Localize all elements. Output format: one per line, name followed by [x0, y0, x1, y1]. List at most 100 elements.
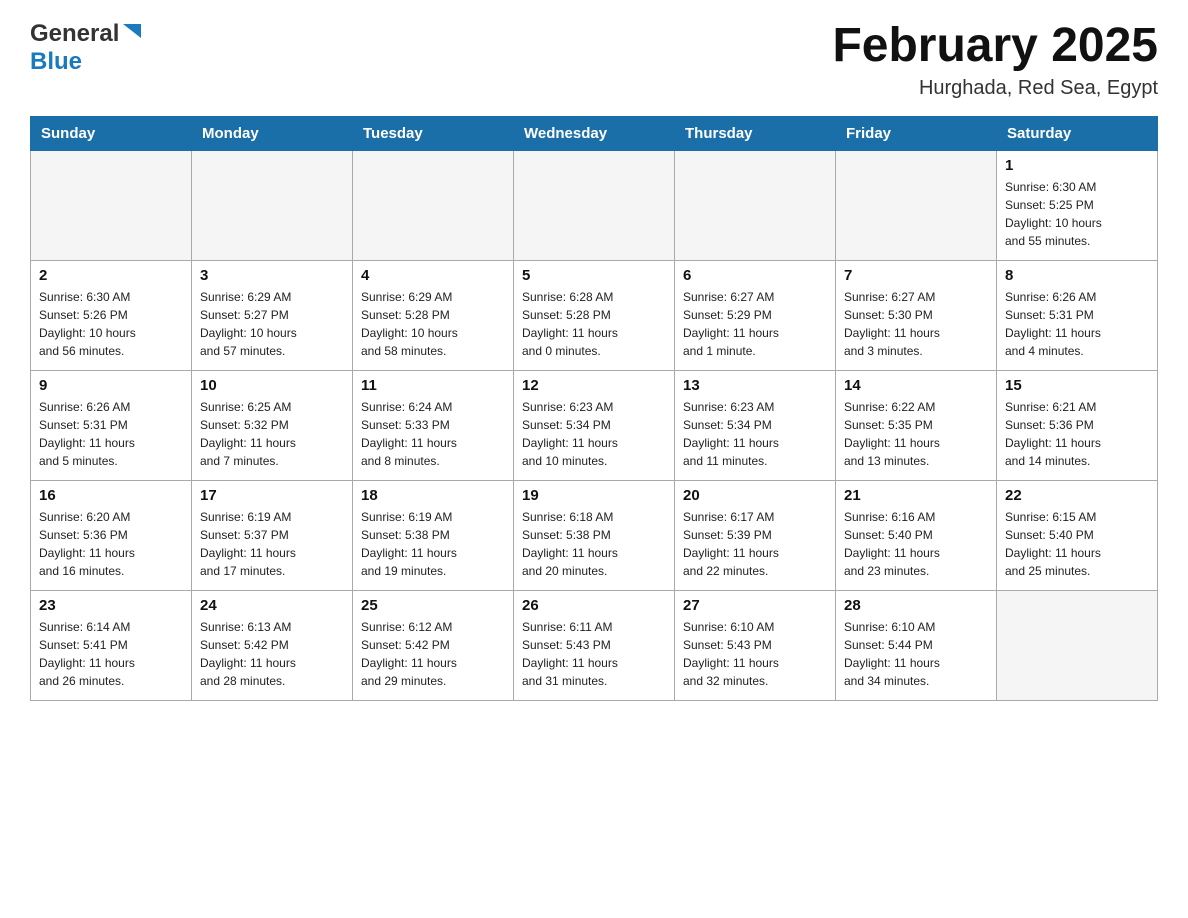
calendar-cell: 14 Sunrise: 6:22 AM Sunset: 5:35 PM Dayli… — [836, 370, 997, 480]
calendar-cell — [836, 150, 997, 260]
day-number: 25 — [361, 597, 505, 614]
day-number: 28 — [844, 597, 988, 614]
day-info: Sunrise: 6:17 AM Sunset: 5:39 PM Dayligh… — [683, 508, 827, 580]
day-info: Sunrise: 6:23 AM Sunset: 5:34 PM Dayligh… — [522, 398, 666, 470]
weekday-header-friday: Friday — [836, 116, 997, 150]
day-number: 19 — [522, 487, 666, 504]
day-number: 2 — [39, 267, 183, 284]
day-info: Sunrise: 6:18 AM Sunset: 5:38 PM Dayligh… — [522, 508, 666, 580]
day-number: 10 — [200, 377, 344, 394]
day-info: Sunrise: 6:21 AM Sunset: 5:36 PM Dayligh… — [1005, 398, 1149, 470]
day-number: 15 — [1005, 377, 1149, 394]
day-info: Sunrise: 6:24 AM Sunset: 5:33 PM Dayligh… — [361, 398, 505, 470]
day-number: 18 — [361, 487, 505, 504]
title-block: February 2025 Hurghada, Red Sea, Egypt — [832, 20, 1158, 100]
day-number: 5 — [522, 267, 666, 284]
calendar-cell: 8 Sunrise: 6:26 AM Sunset: 5:31 PM Daylig… — [997, 260, 1158, 370]
day-info: Sunrise: 6:26 AM Sunset: 5:31 PM Dayligh… — [39, 398, 183, 470]
day-info: Sunrise: 6:27 AM Sunset: 5:30 PM Dayligh… — [844, 288, 988, 360]
day-number: 12 — [522, 377, 666, 394]
location-title: Hurghada, Red Sea, Egypt — [832, 77, 1158, 100]
day-number: 8 — [1005, 267, 1149, 284]
day-info: Sunrise: 6:16 AM Sunset: 5:40 PM Dayligh… — [844, 508, 988, 580]
day-number: 24 — [200, 597, 344, 614]
calendar-cell: 24 Sunrise: 6:13 AM Sunset: 5:42 PM Dayli… — [192, 590, 353, 700]
month-title: February 2025 — [832, 20, 1158, 73]
calendar-cell — [997, 590, 1158, 700]
day-info: Sunrise: 6:14 AM Sunset: 5:41 PM Dayligh… — [39, 618, 183, 690]
calendar-cell: 15 Sunrise: 6:21 AM Sunset: 5:36 PM Dayli… — [997, 370, 1158, 480]
day-number: 26 — [522, 597, 666, 614]
day-number: 7 — [844, 267, 988, 284]
page-header: General Blue February 2025 Hurghada, Red… — [30, 20, 1158, 100]
logo-general-text: General — [30, 20, 119, 48]
calendar-week-row: 2 Sunrise: 6:30 AM Sunset: 5:26 PM Daylig… — [31, 260, 1158, 370]
day-info: Sunrise: 6:29 AM Sunset: 5:28 PM Dayligh… — [361, 288, 505, 360]
calendar-cell: 9 Sunrise: 6:26 AM Sunset: 5:31 PM Daylig… — [31, 370, 192, 480]
day-info: Sunrise: 6:20 AM Sunset: 5:36 PM Dayligh… — [39, 508, 183, 580]
logo-blue-text: Blue — [30, 48, 82, 75]
calendar-cell: 6Sunrise: 6:27 AM Sunset: 5:29 PM Daylig… — [675, 260, 836, 370]
calendar-cell: 25Sunrise: 6:12 AM Sunset: 5:42 PM Dayli… — [353, 590, 514, 700]
calendar-cell — [514, 150, 675, 260]
day-number: 3 — [200, 267, 344, 284]
calendar-cell: 19 Sunrise: 6:18 AM Sunset: 5:38 PM Dayli… — [514, 480, 675, 590]
day-number: 20 — [683, 487, 827, 504]
calendar-week-row: 16 Sunrise: 6:20 AM Sunset: 5:36 PM Dayli… — [31, 480, 1158, 590]
day-number: 6 — [683, 267, 827, 284]
calendar-cell: 20 Sunrise: 6:17 AM Sunset: 5:39 PM Dayli… — [675, 480, 836, 590]
calendar-cell: 3Sunrise: 6:29 AM Sunset: 5:27 PM Daylig… — [192, 260, 353, 370]
day-info: Sunrise: 6:22 AM Sunset: 5:35 PM Dayligh… — [844, 398, 988, 470]
calendar-cell: 11 Sunrise: 6:24 AM Sunset: 5:33 PM Dayli… — [353, 370, 514, 480]
logo-arrow-icon — [123, 24, 141, 43]
day-info: Sunrise: 6:28 AM Sunset: 5:28 PM Dayligh… — [522, 288, 666, 360]
day-number: 21 — [844, 487, 988, 504]
calendar-cell — [675, 150, 836, 260]
day-number: 17 — [200, 487, 344, 504]
weekday-header-tuesday: Tuesday — [353, 116, 514, 150]
calendar-cell: 10 Sunrise: 6:25 AM Sunset: 5:32 PM Dayli… — [192, 370, 353, 480]
calendar-cell: 7 Sunrise: 6:27 AM Sunset: 5:30 PM Daylig… — [836, 260, 997, 370]
day-info: Sunrise: 6:23 AM Sunset: 5:34 PM Dayligh… — [683, 398, 827, 470]
day-number: 27 — [683, 597, 827, 614]
day-info: Sunrise: 6:25 AM Sunset: 5:32 PM Dayligh… — [200, 398, 344, 470]
calendar-week-row: 23 Sunrise: 6:14 AM Sunset: 5:41 PM Dayli… — [31, 590, 1158, 700]
day-number: 9 — [39, 377, 183, 394]
calendar-cell: 13Sunrise: 6:23 AM Sunset: 5:34 PM Dayli… — [675, 370, 836, 480]
calendar-cell — [31, 150, 192, 260]
day-info: Sunrise: 6:30 AM Sunset: 5:26 PM Dayligh… — [39, 288, 183, 360]
day-number: 16 — [39, 487, 183, 504]
calendar-cell: 28Sunrise: 6:10 AM Sunset: 5:44 PM Dayli… — [836, 590, 997, 700]
calendar-cell: 21 Sunrise: 6:16 AM Sunset: 5:40 PM Dayli… — [836, 480, 997, 590]
day-info: Sunrise: 6:15 AM Sunset: 5:40 PM Dayligh… — [1005, 508, 1149, 580]
calendar-week-row: 1Sunrise: 6:30 AM Sunset: 5:25 PM Daylig… — [31, 150, 1158, 260]
calendar-cell: 22 Sunrise: 6:15 AM Sunset: 5:40 PM Dayli… — [997, 480, 1158, 590]
day-info: Sunrise: 6:26 AM Sunset: 5:31 PM Dayligh… — [1005, 288, 1149, 360]
calendar-cell: 1Sunrise: 6:30 AM Sunset: 5:25 PM Daylig… — [997, 150, 1158, 260]
day-info: Sunrise: 6:10 AM Sunset: 5:43 PM Dayligh… — [683, 618, 827, 690]
day-number: 22 — [1005, 487, 1149, 504]
calendar-cell — [192, 150, 353, 260]
weekday-header-sunday: Sunday — [31, 116, 192, 150]
calendar-cell: 4Sunrise: 6:29 AM Sunset: 5:28 PM Daylig… — [353, 260, 514, 370]
day-info: Sunrise: 6:30 AM Sunset: 5:25 PM Dayligh… — [1005, 178, 1149, 250]
logo: General Blue — [30, 20, 141, 76]
calendar-cell: 16 Sunrise: 6:20 AM Sunset: 5:36 PM Dayli… — [31, 480, 192, 590]
calendar-week-row: 9 Sunrise: 6:26 AM Sunset: 5:31 PM Daylig… — [31, 370, 1158, 480]
calendar-cell: 27 Sunrise: 6:10 AM Sunset: 5:43 PM Dayli… — [675, 590, 836, 700]
calendar-cell — [353, 150, 514, 260]
weekday-header-monday: Monday — [192, 116, 353, 150]
day-number: 11 — [361, 377, 505, 394]
day-info: Sunrise: 6:13 AM Sunset: 5:42 PM Dayligh… — [200, 618, 344, 690]
calendar-cell: 18 Sunrise: 6:19 AM Sunset: 5:38 PM Dayli… — [353, 480, 514, 590]
weekday-header-wednesday: Wednesday — [514, 116, 675, 150]
calendar-cell: 26Sunrise: 6:11 AM Sunset: 5:43 PM Dayli… — [514, 590, 675, 700]
calendar-cell: 5 Sunrise: 6:28 AM Sunset: 5:28 PM Daylig… — [514, 260, 675, 370]
day-number: 14 — [844, 377, 988, 394]
day-number: 23 — [39, 597, 183, 614]
weekday-header-thursday: Thursday — [675, 116, 836, 150]
calendar-cell: 17Sunrise: 6:19 AM Sunset: 5:37 PM Dayli… — [192, 480, 353, 590]
calendar-cell: 12 Sunrise: 6:23 AM Sunset: 5:34 PM Dayli… — [514, 370, 675, 480]
calendar-cell: 23 Sunrise: 6:14 AM Sunset: 5:41 PM Dayli… — [31, 590, 192, 700]
day-info: Sunrise: 6:19 AM Sunset: 5:38 PM Dayligh… — [361, 508, 505, 580]
